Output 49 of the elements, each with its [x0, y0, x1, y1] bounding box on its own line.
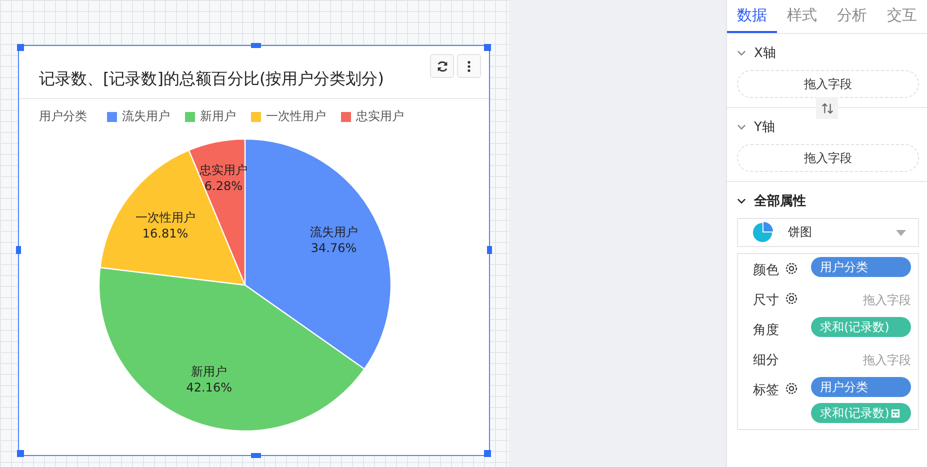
- legend-label[interactable]: 忠实用户: [356, 108, 404, 125]
- section-title: 全部属性: [754, 192, 806, 210]
- field-pill[interactable]: 用户分类: [811, 257, 911, 277]
- field-pill[interactable]: 用户分类: [811, 377, 911, 397]
- resize-handle[interactable]: [16, 246, 21, 254]
- legend-label[interactable]: 一次性用户: [266, 108, 326, 125]
- resize-handle[interactable]: [487, 246, 492, 254]
- dropdown-arrow-icon: [896, 230, 906, 236]
- drop-zone[interactable]: 拖入字段: [737, 144, 919, 172]
- panel-tab[interactable]: 样式: [777, 0, 827, 33]
- legend-title: 用户分类: [39, 108, 87, 125]
- legend-label[interactable]: 流失用户: [122, 108, 170, 125]
- drop-field[interactable]: 拖入字段: [863, 287, 911, 309]
- property-label: 细分: [753, 352, 779, 369]
- resize-handle[interactable]: [484, 44, 491, 51]
- section-title: Y轴: [754, 119, 775, 136]
- swap-button[interactable]: [816, 97, 838, 119]
- resize-handle[interactable]: [17, 44, 24, 51]
- property-label: 颜色: [753, 262, 779, 279]
- resize-handle[interactable]: [251, 43, 261, 48]
- settings-icon[interactable]: [785, 262, 798, 275]
- refresh-button[interactable]: [430, 54, 454, 78]
- settings-icon[interactable]: [785, 292, 798, 305]
- refresh-icon: [436, 60, 448, 72]
- pie-icon: [752, 222, 773, 243]
- resize-handle[interactable]: [251, 453, 261, 458]
- field-pill[interactable]: 求和(记录数): [811, 403, 911, 423]
- panel-tab[interactable]: 分析: [827, 0, 877, 33]
- more-button[interactable]: [457, 54, 481, 78]
- resize-handle[interactable]: [17, 450, 24, 457]
- chevron-icon[interactable]: [737, 198, 746, 204]
- property-label: 角度: [753, 322, 779, 339]
- drop-field[interactable]: 拖入字段: [863, 347, 911, 369]
- legend-label[interactable]: 新用户: [200, 108, 236, 125]
- resize-handle[interactable]: [484, 450, 491, 457]
- slice-label: 新用户 42.16%: [186, 364, 232, 394]
- field-pill[interactable]: 求和(记录数): [811, 317, 911, 337]
- chart-type-select[interactable]: 饼图: [737, 218, 919, 247]
- property-label: 标签: [753, 382, 779, 399]
- settings-icon[interactable]: [785, 382, 798, 395]
- slice-label: 一次性用户 16.81%: [134, 210, 195, 241]
- section-title: X轴: [754, 45, 776, 62]
- panel-tab[interactable]: 数据: [727, 0, 777, 33]
- swap-icon: [820, 102, 834, 114]
- panel-tab[interactable]: 交互: [877, 0, 927, 33]
- chart-title: 记录数、[记录数]的总额百分比(按用户分类划分): [39, 69, 384, 90]
- more-icon: [467, 60, 471, 72]
- slice-label: 流失用户 34.76%: [309, 224, 358, 255]
- property-label: 尺寸: [753, 292, 779, 309]
